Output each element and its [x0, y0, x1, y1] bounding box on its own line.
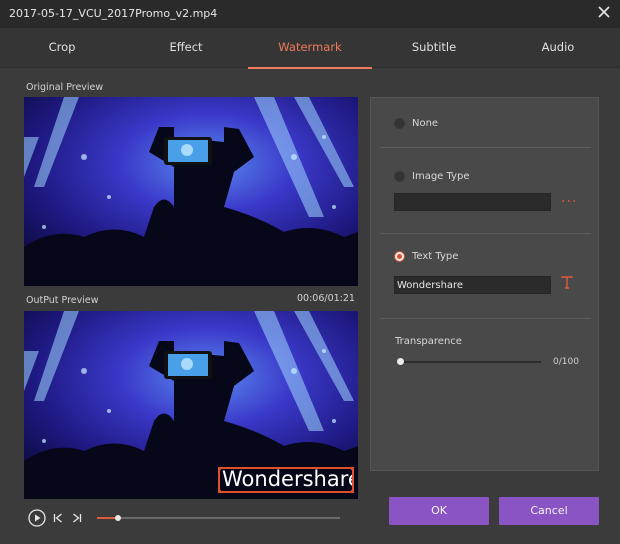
transparence-slider-knob[interactable]	[397, 358, 404, 365]
timecode: 00:06/01:21	[297, 293, 355, 304]
tab-audio[interactable]: Audio	[496, 28, 620, 68]
tab-watermark[interactable]: Watermark	[248, 28, 372, 69]
play-icon[interactable]	[28, 509, 46, 530]
tab-subtitle[interactable]: Subtitle	[372, 28, 496, 68]
resize-handle[interactable]	[351, 469, 352, 470]
transparence-slider[interactable]	[397, 358, 541, 365]
original-preview-label: Original Preview	[26, 82, 104, 93]
divider	[380, 318, 591, 319]
previous-frame-icon[interactable]	[53, 513, 63, 526]
text-font-icon[interactable]	[561, 276, 573, 292]
transparence-label: Transparence	[395, 336, 462, 347]
radio-image-type-indicator[interactable]	[394, 171, 405, 182]
ok-button[interactable]: OK	[389, 497, 489, 525]
seek-bar[interactable]	[97, 515, 340, 521]
original-preview-video	[24, 97, 358, 286]
resize-handle[interactable]	[220, 490, 221, 491]
output-preview-video: Wondershare	[24, 311, 358, 499]
tab-effect[interactable]: Effect	[124, 28, 248, 68]
tab-crop[interactable]: Crop	[0, 28, 124, 68]
divider	[380, 233, 591, 234]
radio-image-type[interactable]: Image Type	[394, 171, 469, 182]
watermark-overlay-text: Wondershare	[222, 467, 354, 491]
output-preview-label: OutPut Preview	[26, 295, 99, 306]
tab-bar: Crop Effect Watermark Subtitle Audio	[0, 28, 620, 69]
next-frame-icon[interactable]	[72, 513, 82, 526]
image-path-input[interactable]	[394, 193, 551, 211]
radio-text-type-label: Text Type	[412, 251, 459, 262]
watermark-overlay[interactable]: Wondershare	[218, 467, 354, 493]
divider	[380, 147, 591, 148]
transparence-value: 0/100	[553, 357, 579, 367]
radio-none-label: None	[412, 118, 439, 129]
radio-text-type[interactable]: Text Type	[394, 251, 458, 262]
radio-none[interactable]: None	[394, 118, 438, 129]
watermark-text-input[interactable]	[394, 276, 551, 294]
watermark-settings-panel: None Image Type ··· Text Type Transparen…	[370, 97, 599, 471]
radio-none-indicator[interactable]	[394, 118, 405, 129]
window-title: 2017-05-17_VCU_2017Promo_v2.mp4	[9, 7, 218, 20]
more-dots-icon[interactable]: ···	[561, 194, 577, 210]
resize-handle[interactable]	[220, 469, 221, 470]
seek-knob[interactable]	[114, 515, 121, 521]
title-bar: 2017-05-17_VCU_2017Promo_v2.mp4	[0, 0, 620, 28]
radio-image-type-label: Image Type	[412, 171, 470, 182]
cancel-button[interactable]: Cancel	[499, 497, 599, 525]
radio-text-type-indicator[interactable]	[394, 251, 405, 262]
close-icon[interactable]	[596, 4, 612, 22]
resize-handle[interactable]	[351, 490, 352, 491]
